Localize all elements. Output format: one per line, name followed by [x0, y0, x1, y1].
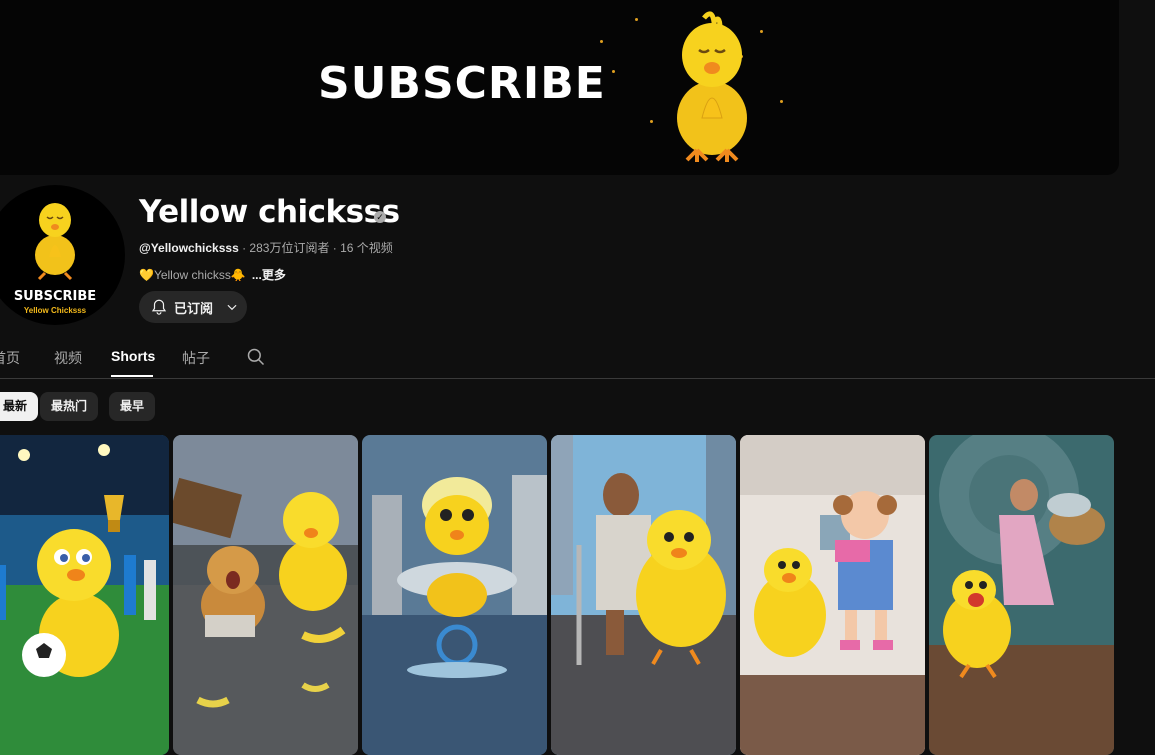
more-link[interactable]: ...更多: [252, 268, 286, 282]
channel-banner: SUBSCRIBE: [0, 0, 1119, 175]
short-thumbnail[interactable]: [362, 435, 547, 755]
bell-icon: [151, 299, 167, 315]
channel-handle[interactable]: @Yellowchicksss: [139, 241, 239, 255]
chip-oldest[interactable]: 最早: [109, 392, 156, 421]
banner-title: SUBSCRIBE: [318, 58, 606, 109]
tab-videos[interactable]: 视频: [54, 348, 82, 368]
avatar-channel-text: Yellow Chicksss: [23, 306, 87, 315]
tab-posts[interactable]: 帖子: [182, 348, 210, 368]
chick-illustration: [677, 11, 747, 162]
search-icon[interactable]: [246, 347, 266, 367]
verified-icon: ✓: [374, 211, 386, 223]
avatar-chick-icon: [35, 203, 75, 281]
short-thumbnail[interactable]: [740, 435, 925, 755]
short-thumbnail[interactable]: [173, 435, 358, 755]
channel-description[interactable]: 💛Yellow chickss🐥 ...更多: [139, 266, 286, 283]
short-thumbnail[interactable]: [929, 435, 1114, 755]
short-thumbnail[interactable]: [551, 435, 736, 755]
chevron-down-icon: [227, 304, 237, 311]
subscribed-label: 已订阅: [174, 300, 214, 316]
tab-shorts[interactable]: Shorts: [111, 348, 155, 364]
channel-meta: @Yellowchicksss · 283万位订阅者 · 16 个视频: [139, 239, 393, 256]
subscribed-button[interactable]: 已订阅: [139, 291, 247, 323]
channel-avatar[interactable]: SUBSCRIBE Yellow Chicksss: [0, 185, 125, 325]
tab-home[interactable]: 首页: [0, 348, 20, 368]
avatar-subscribe-text: SUBSCRIBE: [13, 289, 97, 304]
short-thumbnail[interactable]: [0, 435, 169, 755]
chip-latest[interactable]: 最新: [0, 392, 39, 421]
chip-popular[interactable]: 最热门: [40, 392, 99, 421]
channel-tabs: 首页 视频 Shorts 帖子: [0, 338, 1155, 379]
channel-name: Yellow chicksss: [139, 194, 400, 230]
channel-stats: · 283万位订阅者 · 16 个视频: [238, 241, 393, 255]
description-text: 💛Yellow chickss🐥: [139, 268, 246, 282]
active-tab-indicator: [111, 375, 153, 377]
